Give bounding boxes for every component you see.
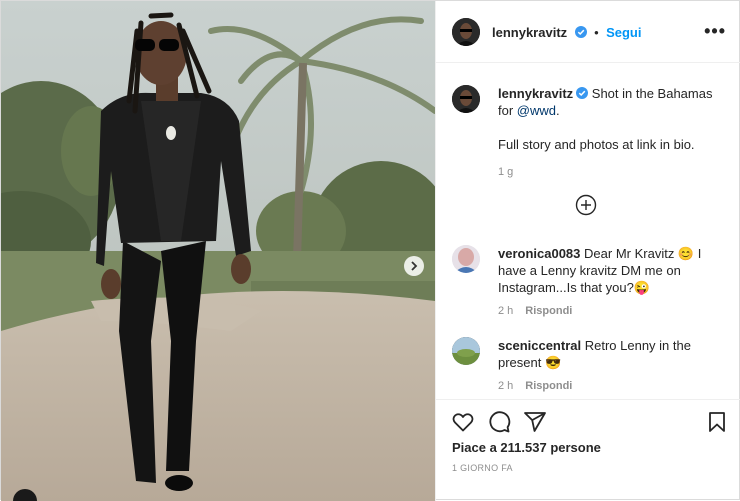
comment-icon[interactable]	[487, 410, 511, 434]
comment-text-block: sceniccentral Retro Lenny in the present…	[498, 337, 730, 395]
caption-avatar[interactable]	[452, 85, 480, 113]
instagram-post: lennykravitz • Segui ••• lennykravitz Sh…	[0, 0, 740, 501]
chevron-right-icon	[411, 261, 418, 271]
avatar-image	[452, 85, 480, 113]
caption-text: lennykravitz Shot in the Bahamas for @ww…	[498, 85, 726, 181]
verified-badge-icon	[574, 26, 587, 38]
post-actions: Piace a 211.537 persone 1 GIORNO FA	[436, 399, 740, 501]
commenter-avatar[interactable]	[452, 245, 480, 273]
caption-time[interactable]: 1 g	[498, 164, 726, 181]
add-comment-circle-icon[interactable]	[575, 194, 597, 216]
comment-meta: 2 h Rispondi	[498, 303, 730, 320]
comment-meta: 2 h Rispondi	[498, 378, 730, 395]
caption-username[interactable]: lennykravitz	[498, 86, 573, 101]
caption-mention-link[interactable]: @wwd	[517, 103, 556, 118]
author-username[interactable]: lennykravitz	[492, 25, 567, 40]
heart-icon[interactable]	[451, 410, 475, 434]
avatar-image	[452, 245, 480, 273]
comment-text-block: veronica0083 Dear Mr Kravitz 😊 I have a …	[498, 245, 730, 320]
next-photo-button[interactable]	[404, 256, 424, 276]
post-photo[interactable]	[1, 1, 435, 501]
commenter-avatar[interactable]	[452, 337, 480, 365]
comment-username[interactable]: sceniccentral	[498, 338, 581, 353]
header-author-row: lennykravitz • Segui	[492, 24, 641, 42]
verified-badge-icon	[576, 87, 589, 99]
reply-button[interactable]: Rispondi	[525, 380, 572, 392]
avatar-image	[452, 337, 480, 365]
photo-illustration	[1, 1, 435, 501]
post-side-panel: lennykravitz • Segui ••• lennykravitz Sh…	[435, 1, 740, 501]
comment-time[interactable]: 2 h	[498, 380, 513, 392]
comment-username[interactable]: veronica0083	[498, 246, 580, 261]
comment-time[interactable]: 2 h	[498, 305, 513, 317]
reply-button[interactable]: Rispondi	[525, 305, 572, 317]
follow-button[interactable]: Segui	[606, 25, 641, 40]
more-options-icon[interactable]: •••	[704, 22, 726, 40]
avatar-image	[452, 18, 480, 46]
author-avatar[interactable]	[452, 18, 480, 46]
likes-count[interactable]: Piace a 211.537 persone	[452, 440, 601, 455]
caption-line-2: Full story and photos at link in bio.	[498, 137, 695, 152]
share-icon[interactable]	[523, 410, 547, 434]
bookmark-icon[interactable]	[705, 410, 729, 434]
separator-dot: •	[594, 25, 599, 40]
post-header: lennykravitz • Segui •••	[436, 1, 740, 63]
caption-punctuation: .	[556, 103, 560, 118]
post-date[interactable]: 1 GIORNO FA	[452, 463, 513, 473]
